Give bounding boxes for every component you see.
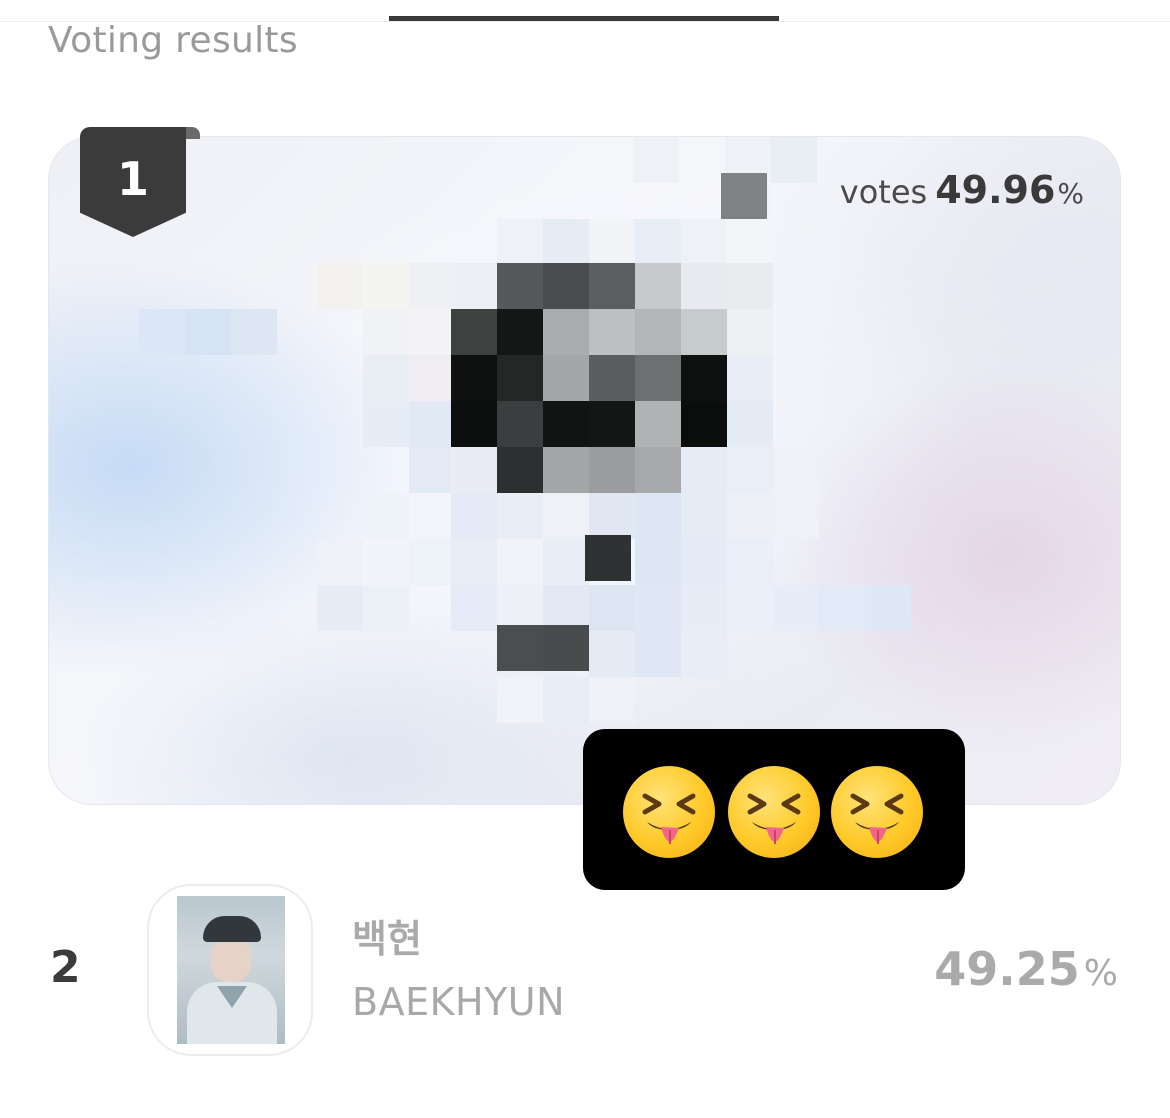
pixelated-photo (49, 137, 1120, 804)
squinting-face-with-tongue-icon (831, 766, 923, 858)
squinting-face-with-tongue-icon (728, 766, 820, 858)
result-row-second[interactable]: 2 백현 BAEKHYUN 49.25% (0, 880, 1170, 1060)
section-title: Voting results (48, 20, 298, 61)
winner-card[interactable] (48, 136, 1121, 805)
percentage-value: 49.25 (934, 942, 1080, 996)
emoji-overlay (583, 729, 965, 890)
avatar-photo (177, 896, 285, 1044)
percent-sign: % (1083, 953, 1118, 994)
squinting-face-with-tongue-icon (623, 766, 715, 858)
winner-votes: votes 49.96% (840, 168, 1084, 212)
votes-percentage: 49.96 (935, 168, 1056, 212)
candidate-name-english: BAEKHYUN (352, 980, 566, 1024)
votes-percent-sign: % (1057, 177, 1084, 210)
rank-number: 2 (50, 942, 81, 993)
candidate-name-korean: 백현 (352, 917, 422, 961)
candidate-percentage: 49.25% (934, 942, 1118, 996)
badge-fold (186, 127, 200, 139)
votes-label: votes (839, 173, 928, 211)
tab-indicator (389, 16, 779, 21)
avatar[interactable] (147, 884, 313, 1056)
